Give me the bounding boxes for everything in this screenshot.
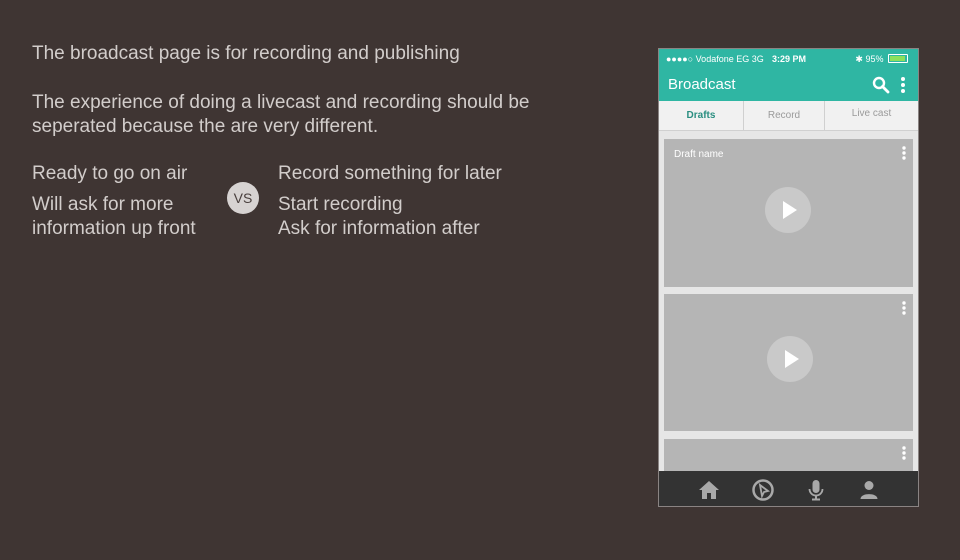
draft-name: Draft name	[674, 149, 724, 160]
microphone-icon[interactable]	[804, 478, 828, 502]
compass-icon[interactable]	[751, 478, 775, 502]
draft-card[interactable]: Draft name	[664, 139, 913, 287]
status-bar: ●●●●○ Vodafone EG 3G 3:29 PM ✱ 95%	[659, 49, 918, 69]
vs-badge: VS	[227, 182, 259, 214]
livecast-description-line1: Will ask for more	[32, 194, 174, 215]
play-button[interactable]	[767, 336, 813, 382]
bottom-nav	[659, 471, 918, 506]
livecast-description: Will ask for more information up front	[32, 193, 196, 241]
tab-live-cast[interactable]: Live cast	[825, 101, 918, 130]
bluetooth-icon: ✱	[855, 54, 863, 64]
intro-description: The experience of doing a livecast and r…	[32, 92, 530, 137]
page-title: Broadcast	[668, 76, 736, 93]
more-vert-icon[interactable]	[899, 75, 907, 95]
app-bar: Broadcast	[659, 69, 918, 101]
phone-mockup: ●●●●○ Vodafone EG 3G 3:29 PM ✱ 95% Broad…	[658, 48, 919, 507]
battery-indicator: ✱ 95%	[855, 49, 908, 69]
status-time: 3:29 PM	[772, 54, 807, 64]
card-menu-icon[interactable]	[901, 445, 907, 461]
draft-card[interactable]	[664, 294, 913, 431]
livecast-description-line2: information up front	[32, 218, 196, 239]
record-heading: Record something for later	[278, 163, 502, 184]
livecast-heading: Ready to go on air	[32, 163, 188, 184]
home-icon[interactable]	[697, 478, 721, 502]
search-icon[interactable]	[872, 76, 890, 94]
tab-record[interactable]: Record	[744, 101, 825, 130]
intro-line: The broadcast page is for recording and …	[32, 43, 460, 64]
carrier-label: ●●●●○ Vodafone EG 3G	[666, 54, 764, 64]
profile-icon[interactable]	[857, 478, 881, 502]
play-button[interactable]	[765, 187, 811, 233]
tab-drafts[interactable]: Drafts	[659, 101, 744, 130]
battery-icon	[888, 54, 908, 63]
battery-percent: 95%	[865, 54, 884, 64]
card-menu-icon[interactable]	[901, 145, 907, 161]
record-description: Start recording Ask for information afte…	[278, 193, 480, 241]
tab-bar: Drafts Record Live cast	[659, 101, 918, 131]
record-description-line2: Ask for information after	[278, 218, 480, 239]
play-icon	[785, 350, 799, 368]
card-menu-icon[interactable]	[901, 300, 907, 316]
play-icon	[783, 201, 797, 219]
record-description-line1: Start recording	[278, 194, 403, 215]
